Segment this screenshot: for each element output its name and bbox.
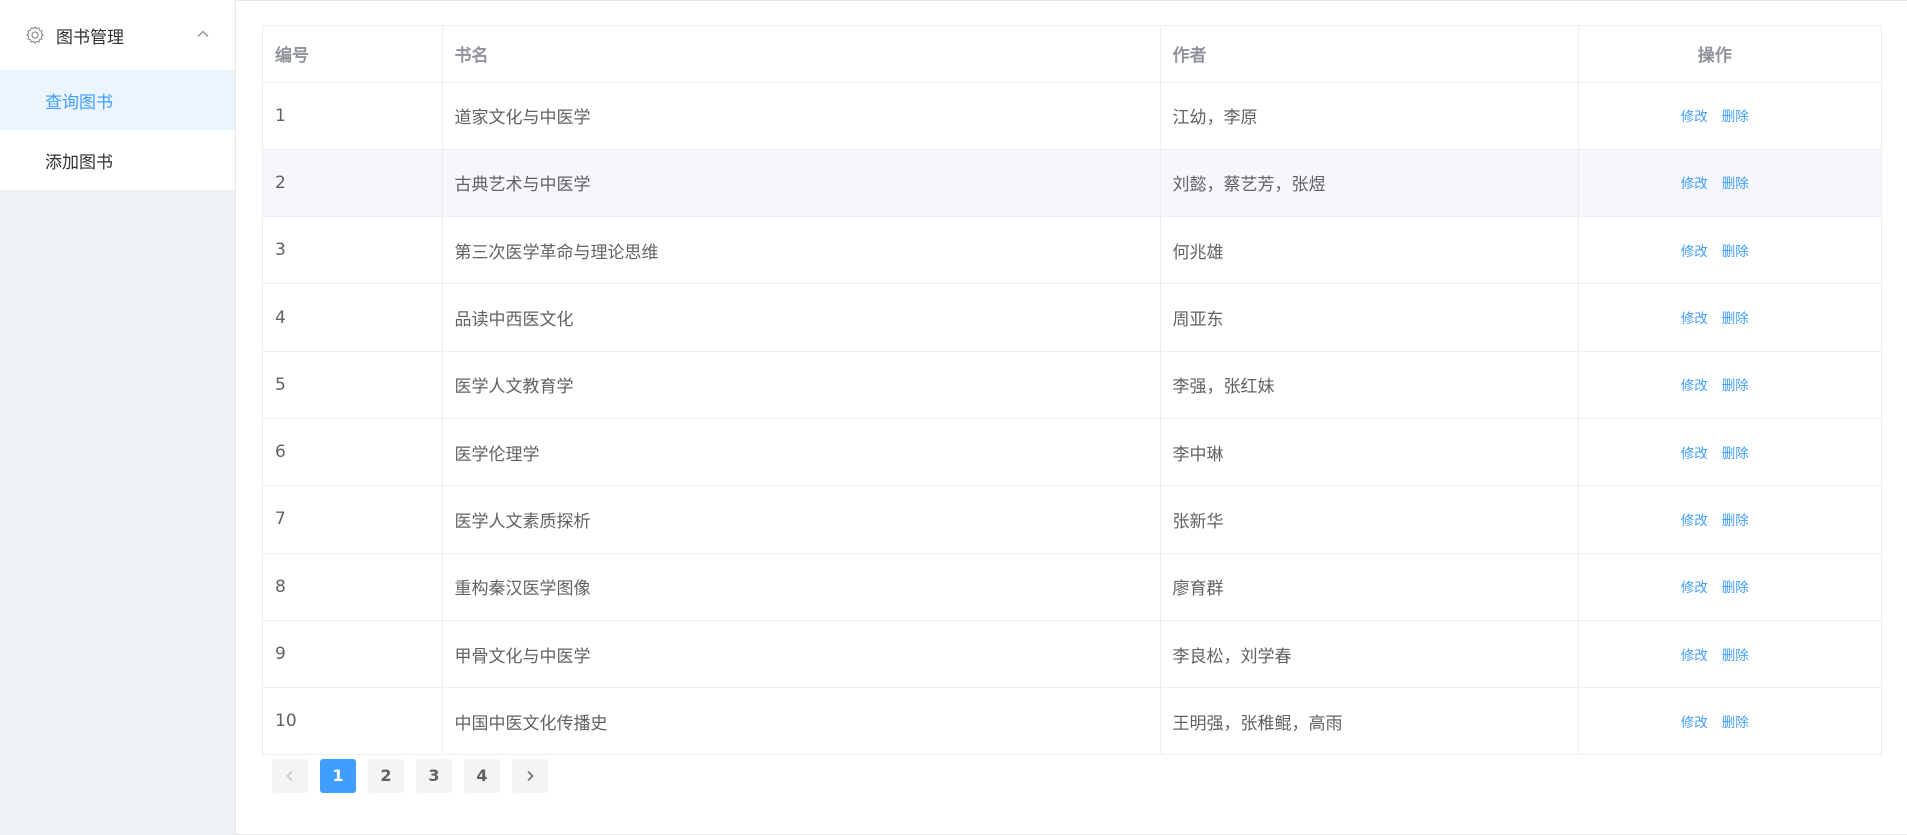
table-row: 6 医学伦理学 李中琳 修改 删除 — [263, 418, 1881, 487]
submenu-book-management[interactable]: 图书管理 — [0, 0, 235, 70]
cell-operations: 修改 删除 — [1578, 283, 1881, 352]
cell-book-name: 医学伦理学 — [442, 418, 1161, 487]
cell-author: 王明强，张稚鲲，高雨 — [1160, 687, 1579, 754]
edit-button[interactable]: 修改 — [1681, 715, 1708, 731]
cell-id: 4 — [263, 283, 443, 352]
delete-button[interactable]: 删除 — [1722, 446, 1749, 462]
menu-item-query-books[interactable]: 查询图书 — [0, 70, 235, 130]
cell-operations: 修改 删除 — [1578, 687, 1881, 754]
cell-id: 6 — [263, 418, 443, 487]
header-id: 编号 — [263, 26, 443, 83]
cell-author: 刘懿，蔡艺芳，张煜 — [1160, 149, 1579, 218]
cell-operations: 修改 删除 — [1578, 553, 1881, 621]
cell-book-name: 中国中医文化传播史 — [442, 687, 1161, 754]
delete-button[interactable]: 删除 — [1722, 715, 1749, 731]
table-row: 10 中国中医文化传播史 王明强，张稚鲲，高雨 修改 删除 — [263, 687, 1881, 754]
cell-operations: 修改 删除 — [1578, 418, 1881, 487]
prev-page-button[interactable] — [272, 758, 308, 793]
edit-button[interactable]: 修改 — [1681, 648, 1708, 664]
cell-operations: 修改 删除 — [1578, 82, 1881, 150]
edit-button[interactable]: 修改 — [1681, 244, 1708, 260]
cell-book-name: 第三次医学革命与理论思维 — [442, 216, 1161, 285]
edit-button[interactable]: 修改 — [1681, 513, 1708, 529]
delete-button[interactable]: 删除 — [1722, 378, 1749, 394]
delete-button[interactable]: 删除 — [1722, 580, 1749, 596]
table-row: 8 重构秦汉医学图像 廖育群 修改 删除 — [263, 553, 1881, 621]
cell-author: 周亚东 — [1160, 283, 1579, 352]
cell-book-name: 甲骨文化与中医学 — [442, 620, 1161, 689]
menu-group-book-management: 图书管理 查询图书 添加图书 — [0, 0, 235, 190]
menu-item-label: 查询图书 — [45, 92, 113, 113]
page-button[interactable]: 2 — [368, 758, 404, 793]
cell-book-name: 医学人文素质探析 — [442, 485, 1161, 554]
cell-author: 何兆雄 — [1160, 216, 1579, 285]
cell-operations: 修改 删除 — [1578, 620, 1881, 689]
delete-button[interactable]: 删除 — [1722, 109, 1749, 125]
cell-author: 李强，张红妹 — [1160, 351, 1579, 419]
delete-button[interactable]: 删除 — [1722, 244, 1749, 260]
edit-button[interactable]: 修改 — [1681, 109, 1708, 125]
delete-button[interactable]: 删除 — [1722, 311, 1749, 327]
cell-author: 江幼，李原 — [1160, 82, 1579, 150]
menu-item-add-book[interactable]: 添加图书 — [0, 130, 235, 190]
table-row: 2 古典艺术与中医学 刘懿，蔡艺芳，张煜 修改 删除 — [263, 149, 1881, 218]
next-page-button[interactable] — [512, 758, 548, 793]
cell-operations: 修改 删除 — [1578, 485, 1881, 554]
cell-id: 7 — [263, 485, 443, 554]
books-table: 编号 书名 作者 操作 1 道家文化与中医学 江幼，李原 修改 删除 2 古典艺术… — [262, 25, 1882, 755]
main-top-divider — [236, 0, 1907, 1]
menu-item-label: 添加图书 — [45, 152, 113, 173]
cell-book-name: 品读中西医文化 — [442, 283, 1161, 352]
cell-id: 1 — [263, 82, 443, 150]
table-row: 3 第三次医学革命与理论思维 何兆雄 修改 删除 — [263, 216, 1881, 285]
page-button[interactable]: 3 — [416, 758, 452, 793]
page-button[interactable]: 4 — [464, 758, 500, 793]
submenu-title-label: 图书管理 — [56, 27, 124, 48]
table-row: 4 品读中西医文化 周亚东 修改 删除 — [263, 283, 1881, 352]
edit-button[interactable]: 修改 — [1681, 580, 1708, 596]
chevron-up-icon[interactable] — [196, 27, 210, 41]
pagination: 1 2 3 4 — [272, 758, 560, 793]
cell-book-name: 重构秦汉医学图像 — [442, 553, 1161, 621]
chevron-left-icon — [284, 770, 296, 782]
gear-icon — [25, 25, 45, 45]
chevron-right-icon — [524, 770, 536, 782]
edit-button[interactable]: 修改 — [1681, 311, 1708, 327]
cell-author: 李良松，刘学春 — [1160, 620, 1579, 689]
table-row: 5 医学人文教育学 李强，张红妹 修改 删除 — [263, 351, 1881, 419]
delete-button[interactable]: 删除 — [1722, 648, 1749, 664]
cell-author: 李中琳 — [1160, 418, 1579, 487]
table-header-row: 编号 书名 作者 操作 — [263, 26, 1881, 83]
page-button[interactable]: 1 — [320, 758, 356, 793]
edit-button[interactable]: 修改 — [1681, 176, 1708, 192]
cell-operations: 修改 删除 — [1578, 149, 1881, 218]
delete-button[interactable]: 删除 — [1722, 176, 1749, 192]
header-author: 作者 — [1160, 26, 1579, 83]
cell-book-name: 医学人文教育学 — [442, 351, 1161, 419]
cell-id: 9 — [263, 620, 443, 689]
cell-book-name: 道家文化与中医学 — [442, 82, 1161, 150]
table-row: 9 甲骨文化与中医学 李良松，刘学春 修改 删除 — [263, 620, 1881, 689]
sidebar: 图书管理 查询图书 添加图书 — [0, 0, 236, 835]
cell-author: 廖育群 — [1160, 553, 1579, 621]
header-operations: 操作 — [1578, 26, 1881, 83]
table-row: 1 道家文化与中医学 江幼，李原 修改 删除 — [263, 82, 1881, 150]
cell-book-name: 古典艺术与中医学 — [442, 149, 1161, 218]
cell-id: 3 — [263, 216, 443, 285]
cell-operations: 修改 删除 — [1578, 351, 1881, 419]
cell-id: 2 — [263, 149, 443, 218]
edit-button[interactable]: 修改 — [1681, 378, 1708, 394]
delete-button[interactable]: 删除 — [1722, 513, 1749, 529]
edit-button[interactable]: 修改 — [1681, 446, 1708, 462]
cell-id: 10 — [263, 687, 443, 754]
table-row: 7 医学人文素质探析 张新华 修改 删除 — [263, 485, 1881, 554]
cell-operations: 修改 删除 — [1578, 216, 1881, 285]
cell-id: 5 — [263, 351, 443, 419]
cell-author: 张新华 — [1160, 485, 1579, 554]
cell-id: 8 — [263, 553, 443, 621]
header-book-name: 书名 — [442, 26, 1161, 83]
